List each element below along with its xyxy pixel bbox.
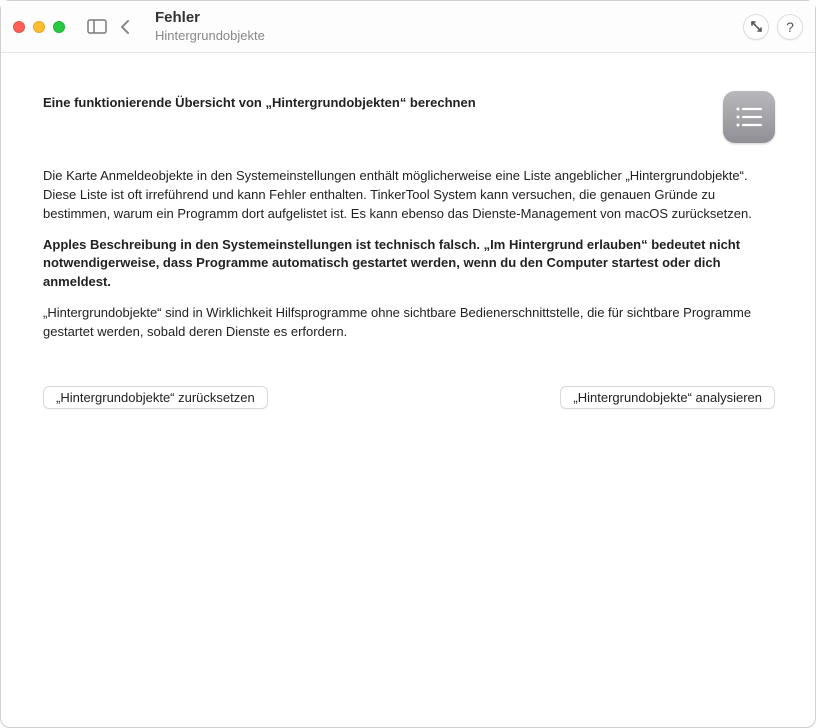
help-icon: ? xyxy=(786,19,794,35)
feature-icon-tile xyxy=(723,91,775,143)
help-button[interactable]: ? xyxy=(777,14,803,40)
reset-background-items-button[interactable]: „Hintergrundobjekte“ zurücksetzen xyxy=(43,386,268,409)
page-heading: Eine funktionierende Übersicht von „Hint… xyxy=(43,91,707,110)
zoom-window-button[interactable] xyxy=(53,21,65,33)
paragraph-2: Apples Beschreibung in den Systemeinstel… xyxy=(43,236,775,293)
collapse-button[interactable] xyxy=(743,14,769,40)
title-block: Fehler Hintergrundobjekte xyxy=(155,9,743,44)
text-section: Die Karte Anmeldeobjekte in den Systemei… xyxy=(43,167,775,342)
chevron-left-icon xyxy=(120,19,130,35)
titlebar: Fehler Hintergrundobjekte ? xyxy=(1,1,815,53)
titlebar-right: ? xyxy=(743,14,803,40)
header-row: Eine funktionierende Übersicht von „Hint… xyxy=(43,91,775,143)
paragraph-3: „Hintergrundobjekte“ sind in Wirklichkei… xyxy=(43,304,775,342)
window: Fehler Hintergrundobjekte ? Eine funktio… xyxy=(0,0,816,728)
list-bullet-icon xyxy=(733,103,765,131)
analyze-background-items-button[interactable]: „Hintergrundobjekte“ analysieren xyxy=(560,386,775,409)
arrow-collapse-icon xyxy=(750,20,763,33)
button-row: „Hintergrundobjekte“ zurücksetzen „Hinte… xyxy=(43,386,775,409)
window-subtitle: Hintergrundobjekte xyxy=(155,28,743,44)
paragraph-1: Die Karte Anmeldeobjekte in den Systemei… xyxy=(43,167,775,224)
sidebar-icon xyxy=(87,19,107,34)
content-area: Eine funktionierende Übersicht von „Hint… xyxy=(1,53,815,727)
window-title: Fehler xyxy=(155,9,743,27)
close-window-button[interactable] xyxy=(13,21,25,33)
sidebar-toggle-button[interactable] xyxy=(83,16,111,38)
minimize-window-button[interactable] xyxy=(33,21,45,33)
traffic-lights xyxy=(13,21,65,33)
back-button[interactable] xyxy=(111,13,139,41)
